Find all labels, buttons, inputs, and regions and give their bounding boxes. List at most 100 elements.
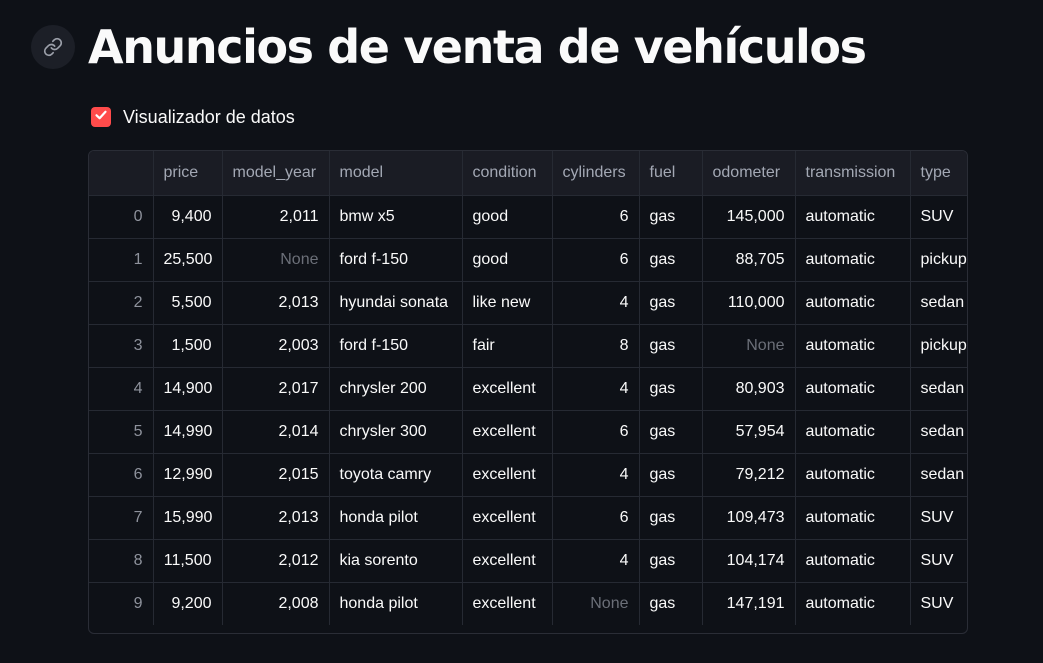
- cell-condition[interactable]: excellent: [462, 367, 553, 411]
- cell-odometer[interactable]: 88,705: [702, 238, 796, 282]
- cell-fuel[interactable]: gas: [639, 367, 703, 411]
- cell-index[interactable]: 4: [89, 367, 154, 411]
- column-header-condition[interactable]: condition: [462, 151, 553, 196]
- cell-transmission[interactable]: automatic: [795, 410, 911, 454]
- cell-model[interactable]: hyundai sonata: [329, 281, 463, 325]
- cell-index[interactable]: 5: [89, 410, 154, 454]
- cell-fuel[interactable]: gas: [639, 539, 703, 583]
- cell-cylinders[interactable]: 6: [552, 410, 640, 454]
- cell-cylinders[interactable]: 4: [552, 453, 640, 497]
- cell-type[interactable]: sedan: [910, 281, 967, 325]
- cell-model[interactable]: honda pilot: [329, 582, 463, 625]
- cell-model-year[interactable]: 2,011: [222, 195, 330, 239]
- cell-fuel[interactable]: gas: [639, 281, 703, 325]
- cell-model[interactable]: kia sorento: [329, 539, 463, 583]
- cell-model-year[interactable]: 2,008: [222, 582, 330, 625]
- cell-cylinders[interactable]: 6: [552, 238, 640, 282]
- cell-model-year[interactable]: 2,013: [222, 281, 330, 325]
- cell-price[interactable]: 25,500: [153, 238, 223, 282]
- cell-model-year[interactable]: 2,013: [222, 496, 330, 540]
- cell-fuel[interactable]: gas: [639, 410, 703, 454]
- cell-condition[interactable]: excellent: [462, 582, 553, 625]
- cell-condition[interactable]: excellent: [462, 453, 553, 497]
- cell-price[interactable]: 14,990: [153, 410, 223, 454]
- cell-model-year[interactable]: None: [222, 238, 330, 282]
- cell-index[interactable]: 2: [89, 281, 154, 325]
- cell-index[interactable]: 1: [89, 238, 154, 282]
- cell-price[interactable]: 9,200: [153, 582, 223, 625]
- cell-type[interactable]: SUV: [910, 582, 967, 625]
- cell-model-year[interactable]: 2,014: [222, 410, 330, 454]
- cell-price[interactable]: 1,500: [153, 324, 223, 368]
- cell-index[interactable]: 8: [89, 539, 154, 583]
- cell-transmission[interactable]: automatic: [795, 582, 911, 625]
- column-header-transmission[interactable]: transmission: [795, 151, 911, 196]
- cell-price[interactable]: 12,990: [153, 453, 223, 497]
- cell-model[interactable]: chrysler 200: [329, 367, 463, 411]
- cell-odometer[interactable]: 109,473: [702, 496, 796, 540]
- cell-fuel[interactable]: gas: [639, 582, 703, 625]
- cell-transmission[interactable]: automatic: [795, 539, 911, 583]
- cell-model[interactable]: chrysler 300: [329, 410, 463, 454]
- cell-index[interactable]: 3: [89, 324, 154, 368]
- cell-model[interactable]: honda pilot: [329, 496, 463, 540]
- column-header-odometer[interactable]: odometer: [702, 151, 796, 196]
- column-header-fuel[interactable]: fuel: [639, 151, 703, 196]
- cell-type[interactable]: SUV: [910, 496, 967, 540]
- cell-model[interactable]: bmw x5: [329, 195, 463, 239]
- cell-model[interactable]: ford f-150: [329, 324, 463, 368]
- cell-odometer[interactable]: 110,000: [702, 281, 796, 325]
- cell-transmission[interactable]: automatic: [795, 496, 911, 540]
- cell-model[interactable]: ford f-150: [329, 238, 463, 282]
- cell-type[interactable]: SUV: [910, 195, 967, 239]
- cell-fuel[interactable]: gas: [639, 324, 703, 368]
- cell-condition[interactable]: excellent: [462, 539, 553, 583]
- cell-transmission[interactable]: automatic: [795, 238, 911, 282]
- cell-fuel[interactable]: gas: [639, 238, 703, 282]
- cell-cylinders[interactable]: 6: [552, 496, 640, 540]
- cell-type[interactable]: sedan: [910, 453, 967, 497]
- cell-index[interactable]: 0: [89, 195, 154, 239]
- cell-model-year[interactable]: 2,003: [222, 324, 330, 368]
- cell-fuel[interactable]: gas: [639, 195, 703, 239]
- cell-transmission[interactable]: automatic: [795, 453, 911, 497]
- cell-type[interactable]: SUV: [910, 539, 967, 583]
- cell-cylinders[interactable]: 4: [552, 281, 640, 325]
- cell-fuel[interactable]: gas: [639, 496, 703, 540]
- cell-odometer[interactable]: 80,903: [702, 367, 796, 411]
- cell-type[interactable]: pickup: [910, 238, 967, 282]
- cell-odometer[interactable]: 57,954: [702, 410, 796, 454]
- cell-model-year[interactable]: 2,017: [222, 367, 330, 411]
- cell-condition[interactable]: excellent: [462, 410, 553, 454]
- cell-price[interactable]: 5,500: [153, 281, 223, 325]
- cell-index[interactable]: 9: [89, 582, 154, 625]
- cell-odometer[interactable]: 147,191: [702, 582, 796, 625]
- cell-type[interactable]: sedan: [910, 410, 967, 454]
- column-header-model-year[interactable]: model_year: [222, 151, 330, 196]
- column-header-model[interactable]: model: [329, 151, 463, 196]
- cell-odometer[interactable]: 104,174: [702, 539, 796, 583]
- cell-price[interactable]: 11,500: [153, 539, 223, 583]
- dataframe[interactable]: price model_year model condition cylinde…: [88, 150, 968, 634]
- cell-type[interactable]: pickup: [910, 324, 967, 368]
- cell-condition[interactable]: fair: [462, 324, 553, 368]
- cell-fuel[interactable]: gas: [639, 453, 703, 497]
- cell-odometer[interactable]: 145,000: [702, 195, 796, 239]
- cell-odometer[interactable]: None: [702, 324, 796, 368]
- cell-price[interactable]: 14,900: [153, 367, 223, 411]
- column-header-cylinders[interactable]: cylinders: [552, 151, 640, 196]
- cell-model-year[interactable]: 2,015: [222, 453, 330, 497]
- column-header-type[interactable]: type: [910, 151, 967, 196]
- data-viewer-checkbox[interactable]: Visualizador de datos: [91, 104, 295, 130]
- cell-condition[interactable]: excellent: [462, 496, 553, 540]
- checkbox-control[interactable]: [91, 107, 111, 127]
- cell-transmission[interactable]: automatic: [795, 195, 911, 239]
- cell-cylinders[interactable]: None: [552, 582, 640, 625]
- column-header-price[interactable]: price: [153, 151, 223, 196]
- cell-transmission[interactable]: automatic: [795, 281, 911, 325]
- cell-cylinders[interactable]: 6: [552, 195, 640, 239]
- cell-transmission[interactable]: automatic: [795, 324, 911, 368]
- cell-type[interactable]: sedan: [910, 367, 967, 411]
- cell-index[interactable]: 6: [89, 453, 154, 497]
- cell-condition[interactable]: like new: [462, 281, 553, 325]
